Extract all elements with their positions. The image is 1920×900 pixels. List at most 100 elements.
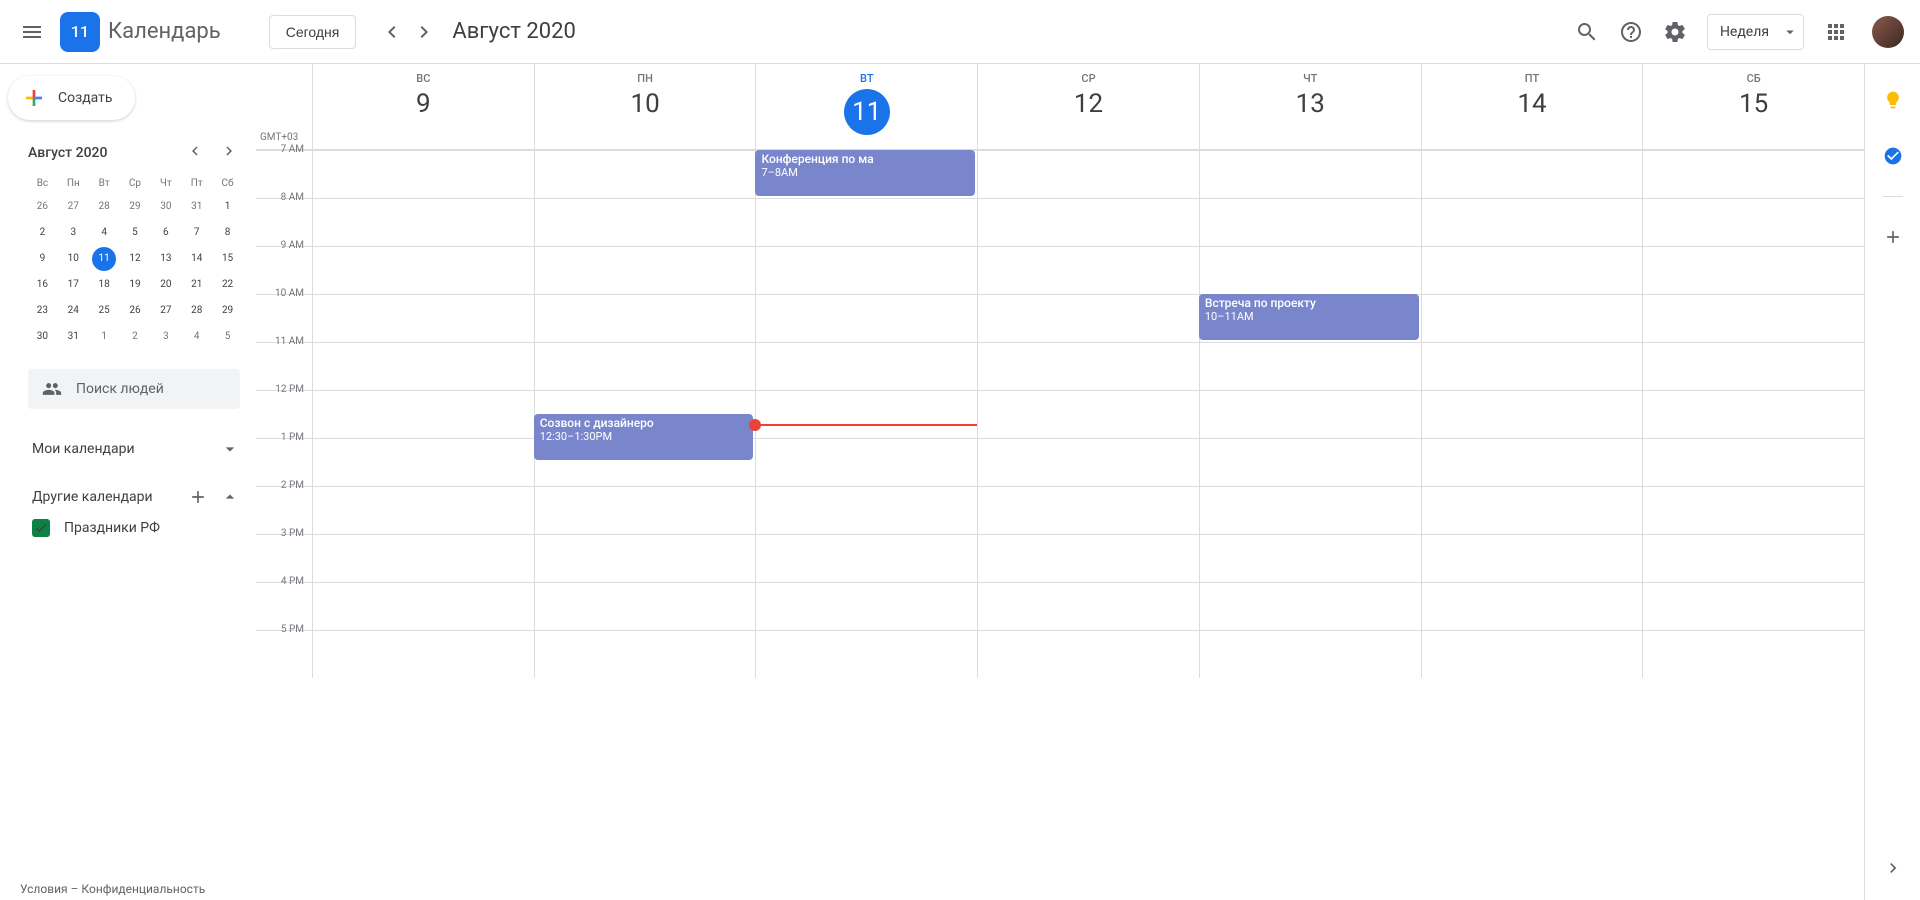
time-row[interactable]: 2 PM [256, 486, 1864, 534]
day-header[interactable]: СР12 [977, 64, 1199, 149]
create-button[interactable]: Создать [8, 76, 135, 120]
time-row[interactable]: 7 AM [256, 150, 1864, 198]
mini-cal-day[interactable]: 12 [123, 247, 147, 271]
mini-cal-day[interactable]: 15 [216, 247, 240, 271]
mini-cal-day[interactable]: 16 [30, 273, 54, 297]
footer-links[interactable]: Условия – Конфиденциальность [20, 882, 205, 896]
calendar-checkbox[interactable] [32, 519, 50, 537]
mini-cal-day[interactable]: 2 [123, 325, 147, 349]
mini-cal-day[interactable]: 30 [154, 195, 178, 219]
user-avatar[interactable] [1872, 16, 1904, 48]
mini-cal-day[interactable]: 9 [30, 247, 54, 271]
time-row[interactable]: 9 AM [256, 246, 1864, 294]
day-header[interactable]: ПН10 [534, 64, 756, 149]
calendar-event[interactable]: Созвон с дизайнеро12:30–1:30PM [534, 414, 754, 460]
view-selector[interactable]: Неделя [1707, 14, 1804, 50]
time-row[interactable]: 10 AM [256, 294, 1864, 342]
tasks-button[interactable] [1873, 136, 1913, 176]
settings-button[interactable] [1655, 12, 1695, 52]
day-header[interactable]: ВС 9 [312, 64, 534, 149]
time-row[interactable]: 11 AM [256, 342, 1864, 390]
mini-cal-day[interactable]: 26 [30, 195, 54, 219]
mini-cal-day[interactable]: 26 [123, 299, 147, 323]
mini-cal-day[interactable]: 8 [216, 221, 240, 245]
gear-icon [1663, 20, 1687, 44]
mini-cal-day[interactable]: 6 [154, 221, 178, 245]
mini-cal-day[interactable]: 24 [61, 299, 85, 323]
mini-cal-day[interactable]: 31 [61, 325, 85, 349]
apps-button[interactable] [1816, 12, 1856, 52]
mini-cal-prev[interactable] [182, 138, 208, 168]
mini-cal-day[interactable]: 27 [154, 299, 178, 323]
calendar-event[interactable]: Конференция по ма7–8AM [755, 150, 975, 196]
today-button[interactable]: Сегодня [269, 15, 357, 49]
mini-cal-day[interactable]: 3 [61, 221, 85, 245]
help-icon [1619, 20, 1643, 44]
day-header[interactable]: ВТ11 [755, 64, 977, 149]
mini-cal-day[interactable]: 1 [92, 325, 116, 349]
mini-cal-next[interactable] [216, 138, 242, 168]
logo[interactable]: 11 Календарь [60, 12, 221, 52]
mini-cal-day[interactable]: 31 [185, 195, 209, 219]
mini-cal-day[interactable]: 13 [154, 247, 178, 271]
time-label: 7 AM [256, 144, 312, 191]
help-button[interactable] [1611, 12, 1651, 52]
mini-cal-day[interactable]: 19 [123, 273, 147, 297]
time-row[interactable]: 12 PM [256, 390, 1864, 438]
timezone-label: GMT+03 [260, 132, 298, 143]
mini-cal-day[interactable]: 14 [185, 247, 209, 271]
keep-button[interactable] [1873, 80, 1913, 120]
chevron-down-icon [220, 439, 240, 459]
mini-cal-day[interactable]: 21 [185, 273, 209, 297]
time-row[interactable]: 1 PM [256, 438, 1864, 486]
mini-cal-day[interactable]: 29 [216, 299, 240, 323]
mini-cal-day[interactable]: 28 [92, 195, 116, 219]
mini-cal-day[interactable]: 4 [92, 221, 116, 245]
mini-cal-day[interactable]: 27 [61, 195, 85, 219]
time-label: 8 AM [256, 192, 312, 239]
mini-cal-day[interactable]: 17 [61, 273, 85, 297]
calendar-item-holidays[interactable]: Праздники РФ [32, 513, 240, 543]
day-header[interactable]: СБ15 [1642, 64, 1864, 149]
mini-cal-day[interactable]: 2 [30, 221, 54, 245]
day-number: 15 [1643, 89, 1864, 119]
week-grid[interactable]: GMT+03 ВС 9ПН10ВТ11СР12ЧТ13ПТ14СБ15 Созво… [256, 64, 1864, 900]
time-label: 10 AM [256, 288, 312, 335]
other-calendars-toggle[interactable]: Другие календари [32, 481, 240, 513]
time-row[interactable]: 8 AM [256, 198, 1864, 246]
mini-cal-day[interactable]: 18 [92, 273, 116, 297]
day-header[interactable]: ЧТ13 [1199, 64, 1421, 149]
prev-week-button[interactable] [376, 16, 408, 48]
plus-icon[interactable] [188, 487, 208, 507]
time-row[interactable]: 5 PM [256, 630, 1864, 678]
day-header[interactable]: ПТ14 [1421, 64, 1643, 149]
day-of-week: ВС [313, 72, 534, 85]
mini-cal-day[interactable]: 22 [216, 273, 240, 297]
search-people[interactable]: Поиск людей [28, 369, 240, 409]
mini-cal-day[interactable]: 11 [92, 247, 116, 271]
search-button[interactable] [1567, 12, 1607, 52]
collapse-panel-button[interactable] [1873, 848, 1913, 888]
mini-cal-day[interactable]: 4 [185, 325, 209, 349]
mini-cal-day[interactable]: 28 [185, 299, 209, 323]
mini-cal-day[interactable]: 30 [30, 325, 54, 349]
time-row[interactable]: 4 PM [256, 582, 1864, 630]
mini-cal-day[interactable]: 20 [154, 273, 178, 297]
mini-cal-day[interactable]: 25 [92, 299, 116, 323]
time-row[interactable]: 3 PM [256, 534, 1864, 582]
next-week-button[interactable] [408, 16, 440, 48]
mini-cal-day[interactable]: 29 [123, 195, 147, 219]
main-menu-button[interactable] [8, 8, 56, 56]
mini-cal-day[interactable]: 5 [216, 325, 240, 349]
add-addon-button[interactable] [1873, 217, 1913, 257]
mini-cal-day[interactable]: 7 [185, 221, 209, 245]
mini-cal-day[interactable]: 3 [154, 325, 178, 349]
my-calendars-toggle[interactable]: Мои календари [32, 433, 240, 465]
mini-cal-day[interactable]: 23 [30, 299, 54, 323]
mini-cal-day[interactable]: 5 [123, 221, 147, 245]
chevron-left-icon [186, 142, 204, 160]
mini-cal-day[interactable]: 1 [216, 195, 240, 219]
day-number: 9 [313, 89, 534, 119]
calendar-event[interactable]: Встреча по проекту10–11AM [1199, 294, 1419, 340]
mini-cal-day[interactable]: 10 [61, 247, 85, 271]
